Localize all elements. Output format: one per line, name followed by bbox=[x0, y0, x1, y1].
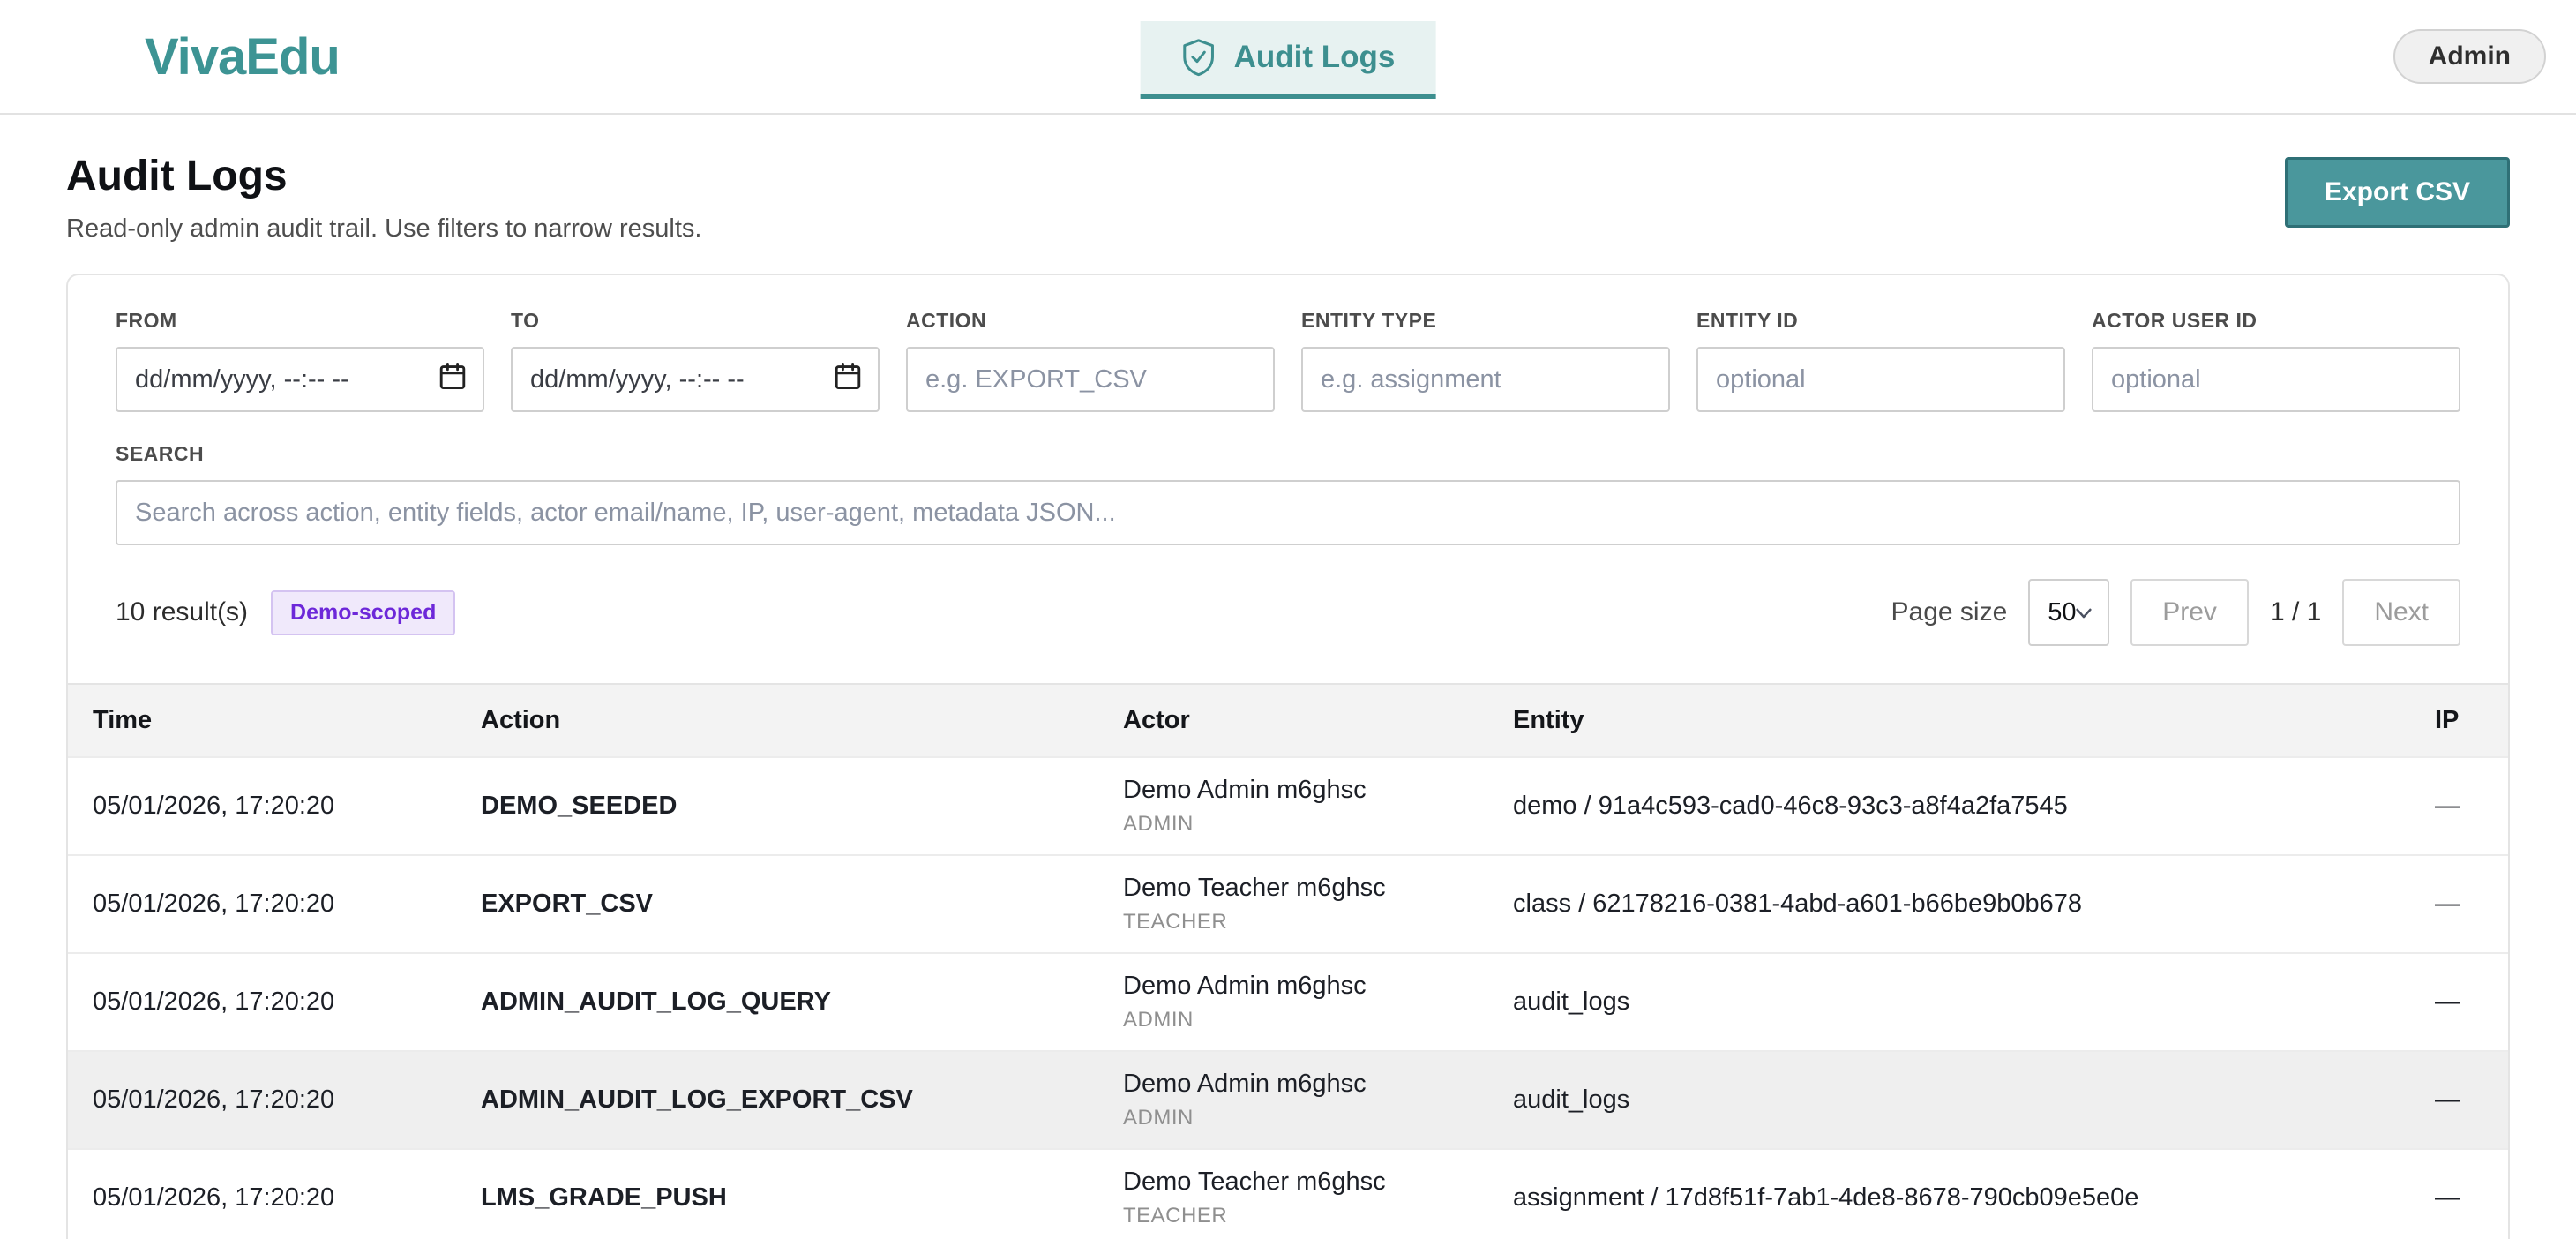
column-header-entity: Entity bbox=[1488, 685, 2410, 756]
action-input[interactable] bbox=[906, 347, 1275, 412]
page-indicator: 1 / 1 bbox=[2270, 597, 2321, 627]
demo-scoped-badge: Demo-scoped bbox=[271, 590, 455, 635]
pagination: Page size 50 Prev 1 / 1 Next bbox=[1891, 579, 2461, 646]
from-datetime-input[interactable]: dd/mm/yyyy, --:-- -- bbox=[116, 347, 484, 412]
actor-user-id-input[interactable] bbox=[2092, 347, 2460, 412]
page-size-select[interactable]: 50 bbox=[2028, 579, 2109, 646]
column-header-actor: Actor bbox=[1098, 685, 1488, 756]
actor-user-id-label: ACTOR USER ID bbox=[2092, 309, 2460, 333]
actor-name: Demo Teacher m6ghsc bbox=[1123, 1168, 1464, 1197]
table-row[interactable]: 05/01/2026, 17:20:20 LMS_GRADE_PUSH Demo… bbox=[68, 1148, 2508, 1239]
cell-time: 05/01/2026, 17:20:20 bbox=[68, 1166, 456, 1230]
cell-time: 05/01/2026, 17:20:20 bbox=[68, 970, 456, 1034]
from-datetime-value: dd/mm/yyyy, --:-- -- bbox=[135, 365, 438, 394]
actor-name: Demo Teacher m6ghsc bbox=[1123, 874, 1464, 903]
cell-ip: — bbox=[2410, 774, 2508, 838]
cell-ip: — bbox=[2410, 1068, 2508, 1132]
entity-type-input[interactable] bbox=[1301, 347, 1670, 412]
filter-field-actor-user-id: ACTOR USER ID bbox=[2092, 309, 2460, 412]
cell-action: ADMIN_AUDIT_LOG_QUERY bbox=[456, 970, 1098, 1034]
cell-time: 05/01/2026, 17:20:20 bbox=[68, 872, 456, 936]
cell-ip: — bbox=[2410, 970, 2508, 1034]
results-bar: 10 result(s) Demo-scoped Page size 50 Pr… bbox=[68, 545, 2508, 683]
page-head-text: Audit Logs Read-only admin audit trail. … bbox=[66, 152, 701, 244]
table-header: Time Action Actor Entity IP bbox=[68, 683, 2508, 756]
page-title: Audit Logs bbox=[66, 152, 701, 200]
actor-name: Demo Admin m6ghsc bbox=[1123, 1070, 1464, 1099]
table-row[interactable]: 05/01/2026, 17:20:20 ADMIN_AUDIT_LOG_QUE… bbox=[68, 952, 2508, 1050]
actor-role: TEACHER bbox=[1123, 1204, 1464, 1228]
column-header-ip: IP bbox=[2410, 685, 2508, 756]
filter-grid: FROM dd/mm/yyyy, --:-- -- TO dd/mm/yy bbox=[116, 309, 2460, 412]
page-head: Audit Logs Read-only admin audit trail. … bbox=[0, 115, 2576, 244]
calendar-icon[interactable] bbox=[834, 361, 862, 398]
calendar-icon[interactable] bbox=[438, 361, 467, 398]
export-csv-button[interactable]: Export CSV bbox=[2285, 157, 2510, 228]
to-datetime-value: dd/mm/yyyy, --:-- -- bbox=[530, 365, 834, 394]
shield-check-icon bbox=[1181, 38, 1217, 77]
entity-id-input[interactable] bbox=[1696, 347, 2065, 412]
prev-page-button[interactable]: Prev bbox=[2130, 579, 2249, 646]
search-row: SEARCH bbox=[116, 442, 2460, 545]
cell-action: DEMO_SEEDED bbox=[456, 774, 1098, 838]
page-size-label: Page size bbox=[1891, 597, 2008, 627]
column-header-action: Action bbox=[456, 685, 1098, 756]
table-row[interactable]: 05/01/2026, 17:20:20 EXPORT_CSV Demo Tea… bbox=[68, 854, 2508, 952]
table-row[interactable]: 05/01/2026, 17:20:20 ADMIN_AUDIT_LOG_EXP… bbox=[68, 1050, 2508, 1148]
cell-actor: Demo Admin m6ghsc ADMIN bbox=[1098, 758, 1488, 854]
cell-action: LMS_GRADE_PUSH bbox=[456, 1166, 1098, 1230]
page-subtitle: Read-only admin audit trail. Use filters… bbox=[66, 214, 701, 244]
app-header: VivaEdu Audit Logs Admin bbox=[0, 0, 2576, 115]
actor-role: ADMIN bbox=[1123, 812, 1464, 837]
to-label: TO bbox=[511, 309, 880, 333]
actor-role: TEACHER bbox=[1123, 910, 1464, 935]
cell-entity: class / 62178216-0381-4abd-a601-b66be9b0… bbox=[1488, 872, 2410, 936]
entity-type-label: ENTITY TYPE bbox=[1301, 309, 1670, 333]
filter-field-entity-type: ENTITY TYPE bbox=[1301, 309, 1670, 412]
action-label: ACTION bbox=[906, 309, 1275, 333]
table-row[interactable]: 05/01/2026, 17:20:20 DEMO_SEEDED Demo Ad… bbox=[68, 756, 2508, 854]
column-header-time: Time bbox=[68, 685, 456, 756]
cell-actor: Demo Teacher m6ghsc TEACHER bbox=[1098, 856, 1488, 952]
actor-role: ADMIN bbox=[1123, 1106, 1464, 1130]
cell-time: 05/01/2026, 17:20:20 bbox=[68, 1068, 456, 1132]
next-page-button[interactable]: Next bbox=[2342, 579, 2460, 646]
actor-role: ADMIN bbox=[1123, 1008, 1464, 1032]
filter-panel: FROM dd/mm/yyyy, --:-- -- TO dd/mm/yy bbox=[68, 275, 2508, 545]
cell-action: EXPORT_CSV bbox=[456, 872, 1098, 936]
tab-audit-logs[interactable]: Audit Logs bbox=[1141, 21, 1436, 99]
search-label: SEARCH bbox=[116, 442, 2460, 466]
cell-action: ADMIN_AUDIT_LOG_EXPORT_CSV bbox=[456, 1068, 1098, 1132]
cell-actor: Demo Teacher m6ghsc TEACHER bbox=[1098, 1150, 1488, 1239]
from-label: FROM bbox=[116, 309, 484, 333]
cell-entity: assignment / 17d8f51f-7ab1-4de8-8678-790… bbox=[1488, 1166, 2410, 1230]
search-input[interactable] bbox=[116, 480, 2460, 545]
filter-field-entity-id: ENTITY ID bbox=[1696, 309, 2065, 412]
actor-name: Demo Admin m6ghsc bbox=[1123, 972, 1464, 1001]
cell-entity: audit_logs bbox=[1488, 1068, 2410, 1132]
to-datetime-input[interactable]: dd/mm/yyyy, --:-- -- bbox=[511, 347, 880, 412]
filter-field-to: TO dd/mm/yyyy, --:-- -- bbox=[511, 309, 880, 412]
role-badge[interactable]: Admin bbox=[2393, 29, 2546, 84]
cell-ip: — bbox=[2410, 1166, 2508, 1230]
filter-field-action: ACTION bbox=[906, 309, 1275, 412]
filter-field-from: FROM dd/mm/yyyy, --:-- -- bbox=[116, 309, 484, 412]
cell-actor: Demo Admin m6ghsc ADMIN bbox=[1098, 1052, 1488, 1148]
cell-entity: audit_logs bbox=[1488, 970, 2410, 1034]
result-count: 10 result(s) bbox=[116, 597, 248, 627]
actor-name: Demo Admin m6ghsc bbox=[1123, 776, 1464, 805]
cell-actor: Demo Admin m6ghsc ADMIN bbox=[1098, 954, 1488, 1050]
audit-log-card: FROM dd/mm/yyyy, --:-- -- TO dd/mm/yy bbox=[66, 274, 2510, 1239]
cell-ip: — bbox=[2410, 872, 2508, 936]
cell-entity: demo / 91a4c593-cad0-46c8-93c3-a8f4a2fa7… bbox=[1488, 774, 2410, 838]
cell-time: 05/01/2026, 17:20:20 bbox=[68, 774, 456, 838]
app-logo: VivaEdu bbox=[145, 27, 340, 86]
tab-audit-logs-label: Audit Logs bbox=[1234, 40, 1396, 75]
entity-id-label: ENTITY ID bbox=[1696, 309, 2065, 333]
